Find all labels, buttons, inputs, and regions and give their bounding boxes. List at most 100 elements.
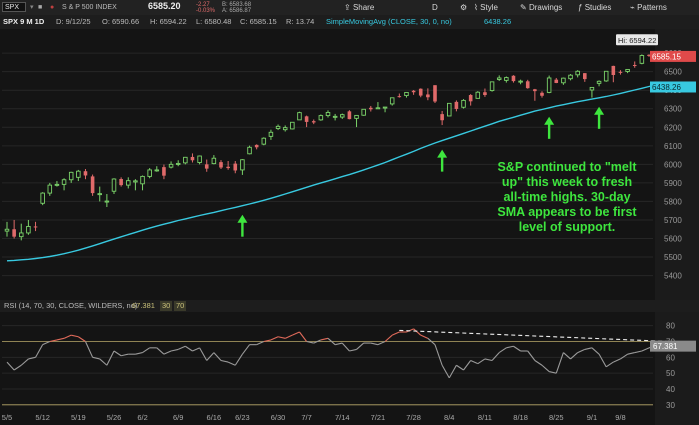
candle-body-up (147, 169, 152, 177)
candle-body-down (226, 166, 230, 169)
price-axis-tick-label: 6000 (664, 160, 682, 169)
style-label: Style (480, 3, 498, 12)
studies-button[interactable]: ƒ Studies (578, 2, 611, 13)
candle-body-up (382, 106, 388, 109)
candle-body-up (240, 159, 245, 171)
candle-body-up (19, 232, 24, 238)
candle-body-up (332, 115, 338, 118)
sma-study-value: 6438.26 (484, 17, 512, 26)
candle-body-down (454, 101, 459, 109)
patterns-button[interactable]: ⌁ Patterns (630, 2, 667, 13)
x-axis-tick-label: 6/30 (271, 413, 286, 422)
candle-body-up (76, 170, 81, 178)
candle-body-up (489, 81, 495, 92)
candle-body-down (583, 73, 587, 80)
candle-body-up (325, 111, 331, 117)
candle-body-down (632, 64, 637, 66)
studies-icon: ƒ (578, 3, 583, 12)
candle-body-down (162, 167, 166, 176)
candle-body-up (54, 183, 60, 186)
interval-button[interactable]: D (432, 2, 438, 13)
sma-study-label[interactable]: SimpleMovingAvg (CLOSE, 30, 0, no) (326, 17, 452, 27)
price-axis-tick-label: 5500 (664, 253, 682, 262)
x-axis-tick-label: 9/1 (587, 413, 597, 422)
candle-body-down (418, 88, 423, 96)
rsi-axis-background (655, 312, 699, 425)
x-axis-tick-label: 5/19 (71, 413, 86, 422)
candle-body-up (47, 184, 53, 194)
candle-body-down (411, 90, 416, 93)
candle-body-up (61, 179, 67, 185)
rsi-axis-tick-label: 30 (666, 401, 675, 410)
x-axis-tick-label: 8/25 (549, 413, 564, 422)
candle-body-down (190, 156, 195, 161)
candle-body-up (211, 157, 217, 165)
candle-body-up (561, 77, 566, 84)
candle-body-up (104, 200, 110, 203)
symbol-input[interactable]: SPX (2, 2, 26, 12)
candle-body-down (12, 229, 16, 237)
candle-body-up (268, 131, 274, 137)
symbol-flag-icon: ■ (38, 4, 43, 11)
price-axis-tick-label: 5800 (664, 197, 682, 206)
style-icon: ⌇ (474, 3, 478, 12)
x-axis-tick-label: 6/9 (173, 413, 183, 422)
rsi-study-label[interactable]: RSI (14, 70, 30, CLOSE, WILDERS, no) (4, 301, 137, 311)
price-axis-tick-label: 5700 (664, 216, 682, 225)
candle-body-up (496, 77, 502, 80)
symbol-description: S & P 500 INDEX (62, 4, 117, 11)
last-price: 6585.20 (148, 1, 181, 11)
patterns-icon: ⌁ (630, 3, 635, 12)
candle-body-up (297, 112, 302, 121)
chart-window: SPX ▾ ■ ● S & P 500 INDEX 6585.20 -2.27 … (0, 0, 699, 425)
interval-label: D (432, 3, 438, 12)
drawings-label: Drawings (528, 3, 563, 12)
candle-body-down (233, 163, 238, 171)
x-axis-tick-label: 5/26 (107, 413, 122, 422)
candle-body-up (4, 228, 10, 232)
x-axis-tick-label: 6/23 (235, 413, 250, 422)
pencil-icon: ✎ (520, 3, 527, 12)
bar-close: C: 6585.15 (240, 17, 277, 26)
rsi-axis-tick-label: 60 (666, 353, 675, 362)
share-button[interactable]: ⇪ Share (344, 2, 374, 13)
x-axis-tick-label: 7/28 (406, 413, 421, 422)
candle-body-down (540, 92, 544, 96)
candle-body-up (518, 80, 523, 83)
rsi-level-high: 70 (174, 301, 187, 311)
price-axis-tick-label: 6500 (664, 68, 682, 77)
x-axis-tick-label: 8/4 (444, 413, 454, 422)
candle-body-up (546, 77, 552, 93)
settings-gear-icon[interactable]: ⚙ (460, 2, 467, 13)
candle-body-down (83, 171, 88, 176)
style-button[interactable]: ⌇ Style (474, 2, 498, 13)
candle-body-down (90, 176, 95, 194)
rsi-value: 67.381 (132, 301, 155, 310)
x-axis-tick-label: 7/14 (335, 413, 350, 422)
candle-body-down (468, 95, 473, 102)
symbol-dropdown-icon[interactable]: ▾ (30, 3, 34, 12)
x-axis-tick-label: 7/7 (301, 413, 311, 422)
rsi-info-bar: RSI (14, 70, 30, CLOSE, WILDERS, no) 67.… (0, 300, 699, 312)
x-axis-tick-label: 6/16 (207, 413, 222, 422)
price-axis-tick-label: 5900 (664, 179, 682, 188)
candle-body-up (340, 114, 345, 118)
candle-body-down (618, 71, 623, 73)
annotation-text-line: S&P continued to "melt (497, 160, 637, 174)
candle-body-down (433, 85, 437, 102)
bar-date: D: 9/12/25 (56, 17, 91, 26)
price-axis-tick-label: 6300 (664, 105, 682, 114)
drawings-button[interactable]: ✎ Drawings (520, 2, 562, 13)
annotation-text-line: SMA appears to be first (497, 205, 637, 219)
candle-body-up (97, 193, 102, 196)
candle-body-up (361, 108, 366, 116)
candle-body-down (525, 81, 530, 89)
candle-body-up (183, 156, 188, 164)
candle-body-up (318, 115, 324, 121)
rsi-axis-tick-label: 50 (666, 369, 675, 378)
x-axis-tick-label: 6/2 (137, 413, 147, 422)
candle-body-down (440, 114, 444, 121)
candle-body-up (589, 86, 595, 91)
rsi-axis-tick-label: 40 (666, 385, 675, 394)
alert-dot-icon: ● (50, 4, 55, 11)
